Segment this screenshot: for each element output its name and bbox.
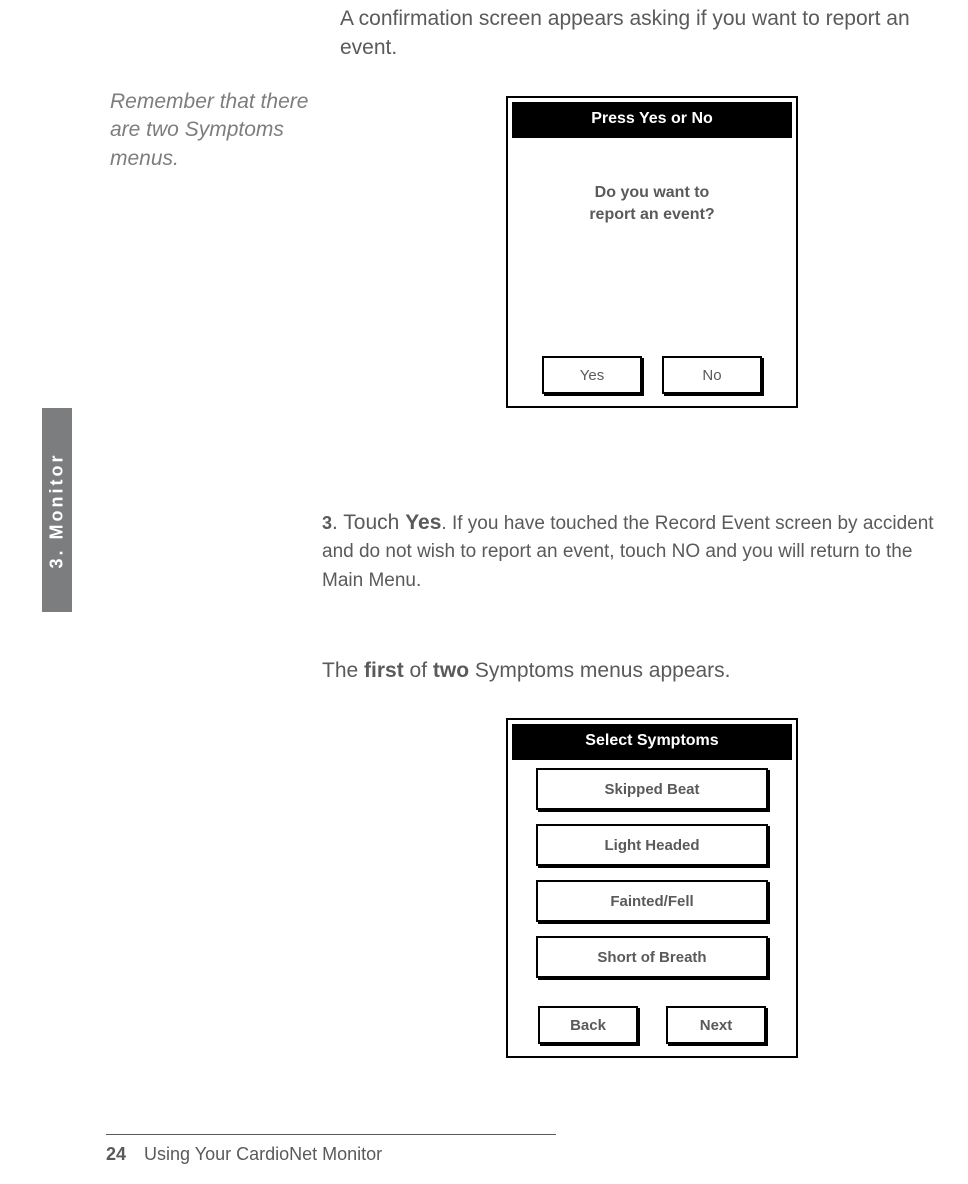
confirmation-screen-title: Press Yes or No: [512, 102, 792, 138]
symptom-light-headed[interactable]: Light Headed: [536, 824, 768, 866]
symptoms-nav-row: Back Next: [508, 1006, 796, 1044]
step-lead: . Touch: [332, 511, 405, 534]
confirmation-prompt: Do you want to report an event?: [508, 182, 796, 225]
intro-paragraph: A confirmation screen appears asking if …: [340, 4, 930, 63]
step-yes-bold: Yes: [405, 511, 441, 534]
p2-post: Symptoms menus appears.: [469, 659, 730, 682]
symptom-fainted-fell[interactable]: Fainted/Fell: [536, 880, 768, 922]
chapter-side-tab-label: 3. Monitor: [47, 452, 68, 568]
margin-note: Remember that there are two Symptoms men…: [110, 88, 310, 173]
p2-first: first: [364, 659, 404, 682]
symptom-short-of-breath[interactable]: Short of Breath: [536, 936, 768, 978]
confirmation-prompt-line1: Do you want to: [595, 184, 710, 201]
confirmation-screen: Press Yes or No Do you want to report an…: [506, 96, 798, 408]
confirmation-button-row: Yes No: [508, 356, 796, 394]
footer-rule: [106, 1134, 556, 1135]
step-3-paragraph: 3. Touch Yes. If you have touched the Re…: [322, 509, 952, 594]
symptoms-intro-paragraph: The first of two Symptoms menus appears.: [322, 659, 952, 683]
confirmation-prompt-line2: report an event?: [589, 206, 714, 223]
p2-two: two: [433, 659, 469, 682]
symptoms-screen-title: Select Symptoms: [512, 724, 792, 760]
page-footer: 24 Using Your CardioNet Monitor: [106, 1144, 382, 1165]
p2-pre: The: [322, 659, 364, 682]
chapter-side-tab: 3. Monitor: [42, 408, 72, 612]
yes-button[interactable]: Yes: [542, 356, 642, 394]
symptom-skipped-beat[interactable]: Skipped Beat: [536, 768, 768, 810]
back-button[interactable]: Back: [538, 1006, 638, 1044]
footer-title: Using Your CardioNet Monitor: [144, 1144, 382, 1164]
symptoms-screen: Select Symptoms Skipped Beat Light Heade…: [506, 718, 798, 1058]
next-button[interactable]: Next: [666, 1006, 766, 1044]
no-button[interactable]: No: [662, 356, 762, 394]
step-number: 3: [322, 513, 332, 533]
page-number: 24: [106, 1144, 126, 1164]
p2-mid: of: [404, 659, 433, 682]
symptom-list: Skipped Beat Light Headed Fainted/Fell S…: [508, 764, 796, 978]
